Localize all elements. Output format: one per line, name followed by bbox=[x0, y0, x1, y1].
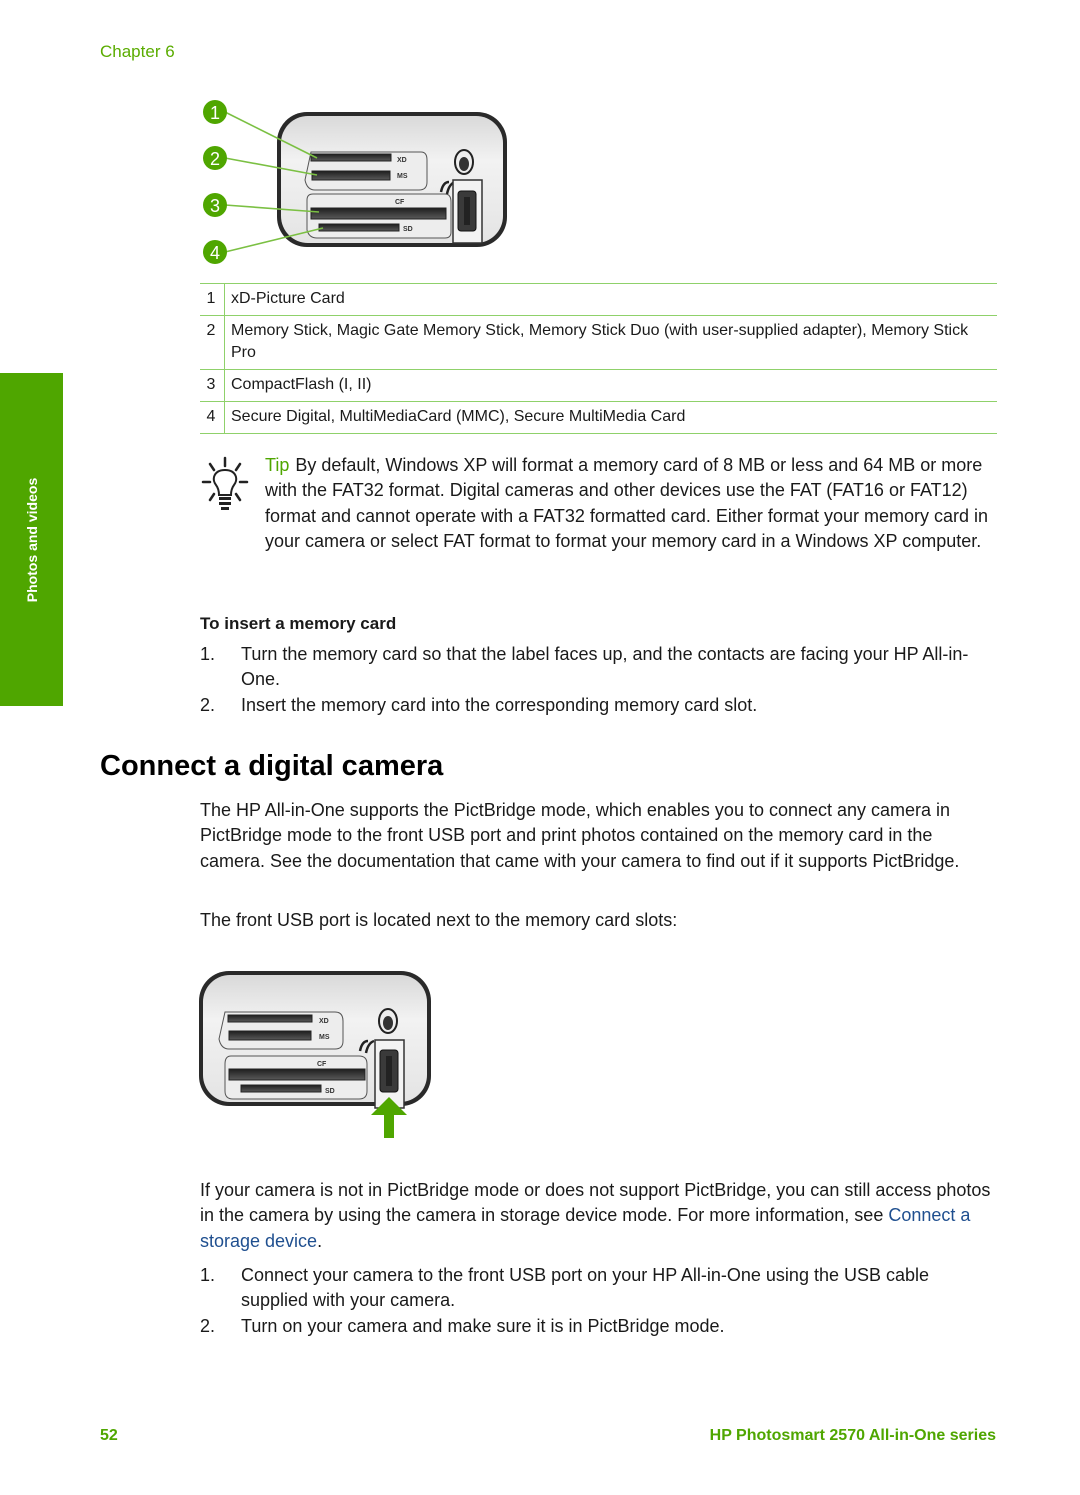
svg-text:XD: XD bbox=[397, 157, 407, 164]
row-number: 3 bbox=[200, 369, 225, 402]
device-panel: XD MS CF SD bbox=[277, 112, 507, 247]
usb-port bbox=[386, 1056, 392, 1086]
row-text: Secure Digital, MultiMediaCard (MMC), Se… bbox=[224, 401, 997, 434]
memory-card-slots-figure: XD MS CF SD 1 2 3 4 bbox=[203, 100, 507, 264]
row-text: xD-Picture Card bbox=[224, 283, 997, 316]
front-usb-port-figure: XD MS CF SD bbox=[199, 971, 431, 1138]
ms-slot bbox=[228, 1030, 312, 1041]
device-panel: XD MS CF SD bbox=[199, 971, 431, 1109]
sd-slot bbox=[240, 1084, 322, 1093]
svg-text:3: 3 bbox=[210, 196, 220, 216]
step-text: Insert the memory card into the correspo… bbox=[241, 694, 758, 715]
paragraph-pictbridge: The HP All-in-One supports the PictBridg… bbox=[200, 800, 960, 871]
camera-steps-list: 1. Connect your camera to the front USB … bbox=[200, 1263, 1000, 1339]
step-number: 1. bbox=[200, 1265, 216, 1285]
row-number: 4 bbox=[200, 401, 225, 434]
step-text: Turn on your camera and make sure it is … bbox=[241, 1315, 725, 1336]
step-number: 2. bbox=[200, 694, 216, 715]
footer-title: HP Photosmart 2570 All-in-One series bbox=[709, 1427, 996, 1444]
row-number: 1 bbox=[200, 283, 225, 316]
svg-text:XD: XD bbox=[319, 1018, 329, 1025]
tip-label: Tip bbox=[265, 455, 290, 475]
card-legend-table: 1 xD-Picture Card 2 Memory Stick, Magic … bbox=[200, 283, 997, 434]
list-item: 1. Connect your camera to the front USB … bbox=[200, 1263, 1000, 1314]
insert-steps-list: 1. Turn the memory card so that the labe… bbox=[200, 642, 1000, 718]
svg-text:2: 2 bbox=[210, 149, 220, 169]
tip-text: Tip By default, Windows XP will format a … bbox=[265, 453, 995, 555]
row-number: 2 bbox=[200, 315, 225, 370]
usb-port bbox=[464, 197, 470, 225]
svg-text:MS: MS bbox=[319, 1034, 330, 1041]
xd-slot bbox=[310, 153, 392, 162]
step-number: 1. bbox=[200, 644, 216, 664]
side-tab: Photos and videos bbox=[0, 373, 63, 706]
callout-3: 3 bbox=[203, 193, 227, 217]
svg-text:1: 1 bbox=[210, 103, 220, 123]
chapter-label: Chapter 6 bbox=[100, 42, 175, 61]
list-item: 2. Turn on your camera and make sure it … bbox=[200, 1314, 1000, 1339]
list-item: 2. Insert the memory card into the corre… bbox=[200, 693, 1000, 718]
callout-1: 1 bbox=[203, 100, 227, 124]
side-tab-label: Photos and videos bbox=[23, 477, 40, 602]
step-text: Connect your camera to the front USB por… bbox=[241, 1265, 930, 1311]
paragraph-storage-mode: If your camera is not in PictBridge mode… bbox=[200, 1180, 991, 1251]
list-item: 1. Turn the memory card so that the labe… bbox=[200, 642, 1000, 693]
step-number: 2. bbox=[200, 1315, 216, 1336]
page-number: 52 bbox=[100, 1427, 118, 1444]
row-text: Memory Stick, Magic Gate Memory Stick, M… bbox=[224, 315, 997, 370]
svg-text:SD: SD bbox=[403, 226, 413, 233]
svg-text:CF: CF bbox=[317, 1061, 327, 1068]
procedure-heading: To insert a memory card bbox=[200, 614, 397, 633]
table-row: 2 Memory Stick, Magic Gate Memory Stick,… bbox=[200, 315, 997, 370]
table-row: 1 xD-Picture Card bbox=[200, 283, 997, 316]
svg-text:MS: MS bbox=[397, 173, 408, 180]
paragraph-usb-location: The front USB port is located next to th… bbox=[200, 910, 678, 930]
table-row: 3 CompactFlash (I, II) bbox=[200, 369, 997, 402]
lightbulb-icon bbox=[201, 456, 249, 510]
tip-body: By default, Windows XP will format a mem… bbox=[265, 455, 988, 552]
callout-2: 2 bbox=[203, 146, 227, 170]
callout-4: 4 bbox=[203, 240, 227, 264]
svg-text:CF: CF bbox=[395, 199, 405, 206]
step-text: Turn the memory card so that the label f… bbox=[241, 644, 969, 690]
svg-text:SD: SD bbox=[325, 1088, 335, 1095]
svg-text:4: 4 bbox=[210, 243, 220, 263]
cf-slot bbox=[310, 207, 447, 220]
section-title: Connect a digital camera bbox=[100, 750, 444, 782]
table-row: 4 Secure Digital, MultiMediaCard (MMC), … bbox=[200, 401, 997, 434]
sd-slot bbox=[318, 223, 400, 232]
xd-slot bbox=[227, 1014, 313, 1023]
row-text: CompactFlash (I, II) bbox=[224, 369, 997, 402]
ms-slot bbox=[311, 170, 391, 181]
cf-slot bbox=[228, 1068, 366, 1081]
